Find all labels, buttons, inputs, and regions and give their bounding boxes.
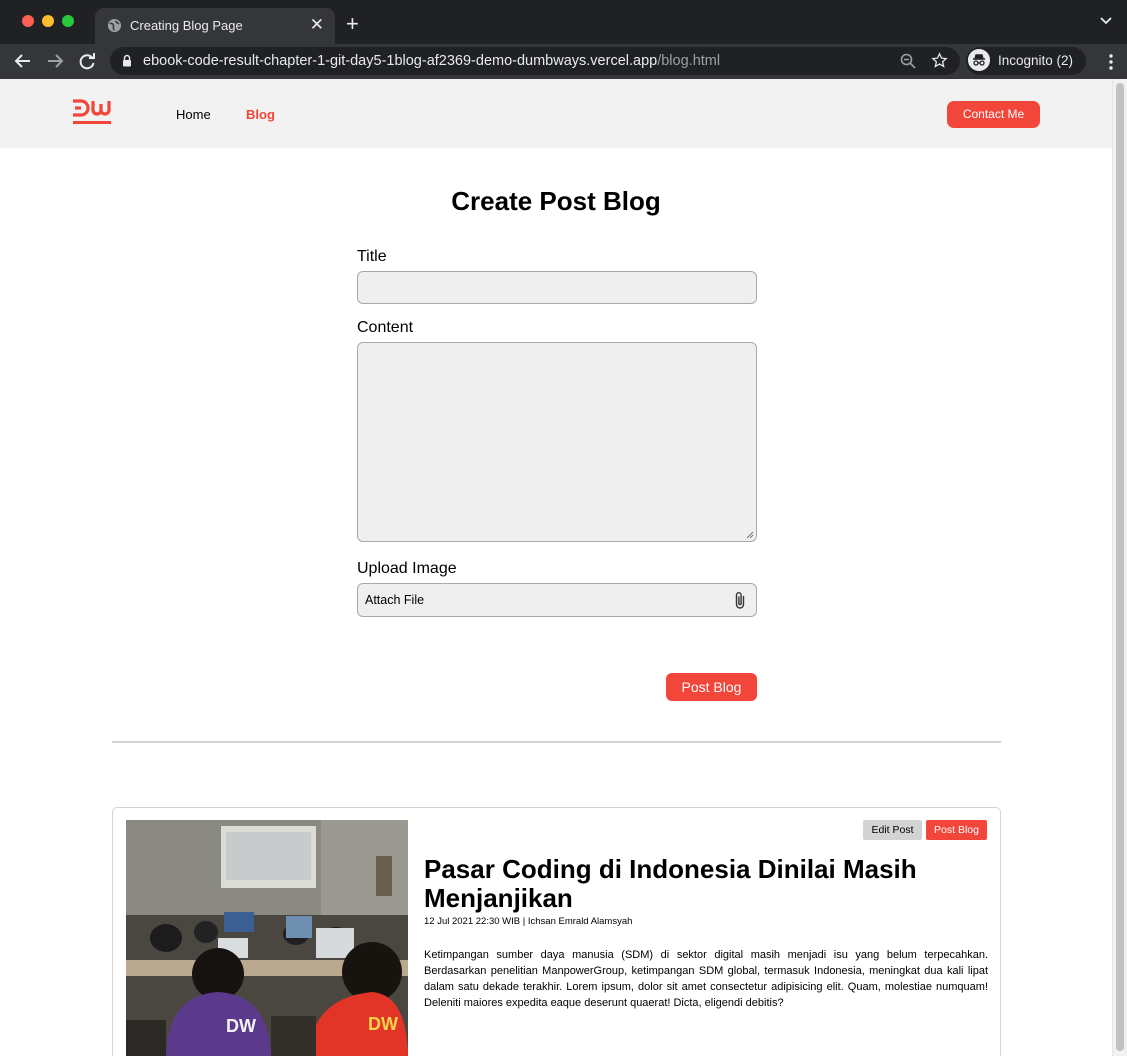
- forward-arrow-icon[interactable]: [44, 50, 66, 72]
- close-window-button[interactable]: [22, 15, 34, 27]
- shirt-logo-text-2: DW: [368, 1014, 398, 1034]
- scrollbar-thumb[interactable]: [1116, 83, 1124, 1051]
- page-viewport: Home Blog Contact Me Create Post Blog Ti…: [0, 79, 1127, 1056]
- close-tab-icon[interactable]: ✕: [310, 16, 324, 34]
- title-label: Title: [357, 248, 387, 265]
- incognito-profile-button[interactable]: Incognito (2): [966, 47, 1086, 75]
- page-scrollbar[interactable]: [1112, 79, 1127, 1056]
- edit-post-button[interactable]: Edit Post: [863, 820, 922, 840]
- maximize-window-button[interactable]: [62, 15, 74, 27]
- back-arrow-icon[interactable]: [12, 50, 34, 72]
- contact-me-button[interactable]: Contact Me: [947, 101, 1040, 128]
- blog-post-image[interactable]: DW DW: [126, 820, 408, 1056]
- address-bar[interactable]: ebook-code-result-chapter-1-git-day5-1bl…: [110, 47, 960, 75]
- kebab-menu-icon[interactable]: [1109, 54, 1113, 70]
- card-post-blog-button[interactable]: Post Blog: [926, 820, 987, 840]
- url-path: /blog.html: [657, 53, 721, 69]
- chevron-down-icon[interactable]: [1099, 16, 1113, 26]
- content-textarea[interactable]: [357, 342, 757, 542]
- blog-post-card: DW DW Edit Post Post Blog Pasar Coding d…: [112, 807, 1001, 1056]
- incognito-label: Incognito (2): [998, 53, 1074, 68]
- bookmark-star-icon[interactable]: [931, 52, 948, 69]
- incognito-icon: [968, 49, 990, 71]
- attach-file-input[interactable]: Attach File: [357, 583, 757, 617]
- page-title: Create Post Blog: [451, 186, 661, 216]
- url-text: ebook-code-result-chapter-1-git-day5-1bl…: [143, 53, 720, 69]
- section-divider: [112, 741, 1001, 743]
- resize-grip-icon[interactable]: [746, 531, 754, 539]
- tab-title: Creating Blog Page: [130, 18, 243, 33]
- site-navbar: Home Blog Contact Me: [0, 79, 1112, 148]
- lock-icon: [123, 54, 131, 67]
- content-label: Content: [357, 319, 414, 336]
- shirt-logo-text: DW: [226, 1016, 256, 1036]
- paperclip-icon: [735, 592, 745, 609]
- nav-link-home[interactable]: Home: [176, 107, 211, 122]
- blog-post-body: Ketimpangan sumber daya manusia (SDM) di…: [424, 949, 988, 1009]
- zoom-icon[interactable]: [900, 53, 916, 69]
- blog-post-meta: 12 Jul 2021 22:30 WIB | Ichsan Emrald Al…: [424, 916, 633, 927]
- dumbways-logo[interactable]: [72, 99, 114, 127]
- title-input[interactable]: [357, 271, 757, 304]
- browser-tab[interactable]: Creating Blog Page ✕: [95, 8, 335, 44]
- browser-toolbar: ebook-code-result-chapter-1-git-day5-1bl…: [0, 44, 1127, 79]
- attach-file-label: Attach File: [365, 593, 425, 607]
- minimize-window-button[interactable]: [42, 15, 54, 27]
- globe-icon: [107, 18, 122, 33]
- new-tab-icon[interactable]: +: [346, 13, 359, 35]
- blog-post-title[interactable]: Pasar Coding di Indonesia Dinilai Masih …: [424, 855, 944, 913]
- url-host: ebook-code-result-chapter-1-git-day5-1bl…: [143, 53, 658, 69]
- upload-image-label: Upload Image: [357, 560, 457, 577]
- reload-icon[interactable]: [76, 50, 98, 72]
- browser-tab-bar: Creating Blog Page ✕ +: [0, 0, 1127, 44]
- nav-link-blog[interactable]: Blog: [246, 107, 275, 122]
- post-blog-button[interactable]: Post Blog: [666, 673, 757, 701]
